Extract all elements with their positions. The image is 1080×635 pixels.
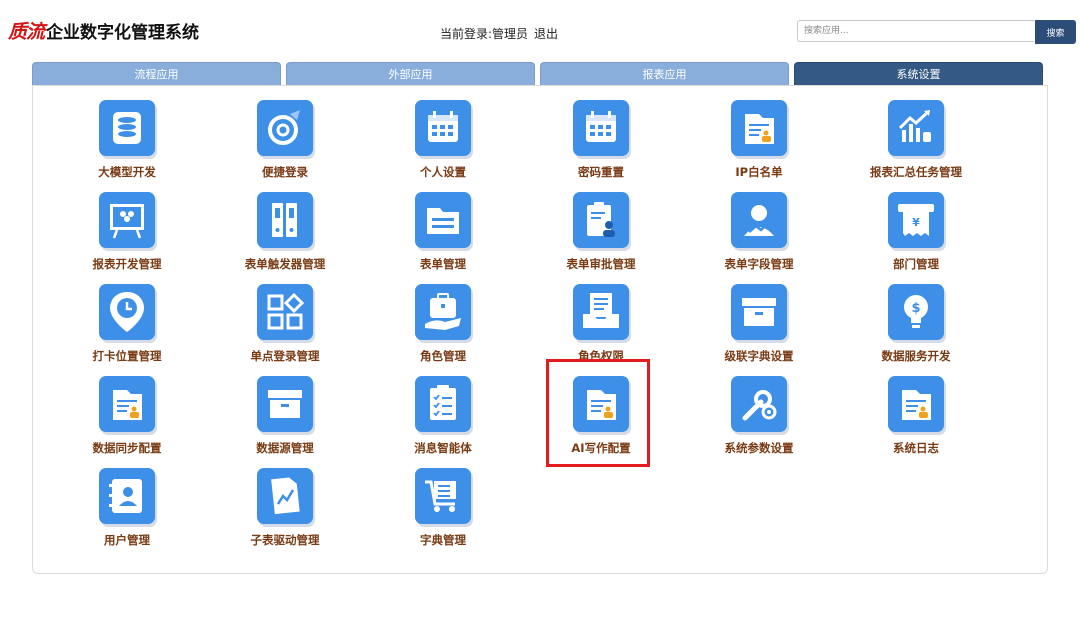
app-label: 用户管理 xyxy=(104,533,150,547)
tab-system-settings[interactable]: 系统设置 xyxy=(794,62,1043,85)
app-tile[interactable]: IP白名单 xyxy=(689,100,829,188)
presentation-board-icon xyxy=(99,192,155,248)
document-chart-icon xyxy=(257,468,313,524)
app-tile[interactable]: 打卡位置管理 xyxy=(57,284,197,372)
app-label: 数据同步配置 xyxy=(92,441,162,455)
tab-process-apps[interactable]: 流程应用 xyxy=(32,62,281,85)
tab-report-apps[interactable]: 报表应用 xyxy=(540,62,789,85)
shopping-cart-icon xyxy=(415,468,471,524)
search-input[interactable] xyxy=(797,20,1034,42)
app-tile[interactable]: 单点登录管理 xyxy=(215,284,355,372)
app-tile[interactable]: 数据源管理 xyxy=(215,376,355,464)
app-tile[interactable]: ¥ 部门管理 xyxy=(846,192,986,280)
quick-login-icon xyxy=(257,100,313,156)
receipt-icon: ¥ xyxy=(888,192,944,248)
app-tile[interactable]: 报表开发管理 xyxy=(57,192,197,280)
app-tile[interactable]: 数据同步配置 xyxy=(57,376,197,464)
checklist-icon xyxy=(415,376,471,432)
document-users-icon xyxy=(99,376,155,432)
lightbulb-dollar-icon: $ xyxy=(888,284,944,340)
app-label: 角色权限 xyxy=(578,349,624,363)
app-label: 密码重置 xyxy=(578,165,624,179)
wrench-gear-icon xyxy=(731,376,787,432)
app-tile[interactable]: 表单字段管理 xyxy=(689,192,829,280)
location-clock-icon xyxy=(99,284,155,340)
app-label: 表单触发器管理 xyxy=(244,257,326,271)
document-users-icon xyxy=(888,376,944,432)
app-label: 表单字段管理 xyxy=(724,257,794,271)
app-tile[interactable]: 角色管理 xyxy=(373,284,513,372)
app-panel: 大模型开发 便捷登录 个人设置 密码重置 IP白名单 报表汇总任务管理报表开发管理 表单触发… xyxy=(32,85,1048,574)
app-label: 部门管理 xyxy=(893,257,939,271)
logo: 质流 企业数字化管理系统 xyxy=(8,17,199,43)
app-label: 大模型开发 xyxy=(98,165,156,179)
app-tile[interactable]: $ 数据服务开发 xyxy=(846,284,986,372)
svg-text:¥: ¥ xyxy=(912,216,920,229)
archive-box-icon xyxy=(731,284,787,340)
app-label: 系统参数设置 xyxy=(724,441,794,455)
address-book-icon xyxy=(99,468,155,524)
app-tile[interactable]: 表单管理 xyxy=(373,192,513,280)
current-user-label: 当前登录:管理员 xyxy=(440,27,529,41)
binders-icon xyxy=(257,192,313,248)
app-label: IP白名单 xyxy=(735,165,783,179)
search-button[interactable]: 搜索 xyxy=(1035,20,1076,44)
chart-growth-icon xyxy=(888,100,944,156)
app-tile[interactable]: 字典管理 xyxy=(373,468,513,556)
app-tile[interactable]: 角色权限 xyxy=(531,284,671,372)
app-label: 系统日志 xyxy=(893,441,939,455)
app-tile[interactable]: 表单触发器管理 xyxy=(215,192,355,280)
app-tile[interactable]: 子表驱动管理 xyxy=(215,468,355,556)
app-tile[interactable]: 报表汇总任务管理 xyxy=(846,100,986,188)
app-tile[interactable]: 级联字典设置 xyxy=(689,284,829,372)
calendar-icon xyxy=(573,100,629,156)
briefcase-hand-icon xyxy=(415,284,471,340)
app-label: 个人设置 xyxy=(420,165,466,179)
header: 质流 企业数字化管理系统 当前登录:管理员 退出 搜索 xyxy=(0,0,1080,60)
app-label: 数据服务开发 xyxy=(881,349,951,363)
document-users-icon xyxy=(731,100,787,156)
app-label: 角色管理 xyxy=(420,349,466,363)
tab-bar: 流程应用 外部应用 报表应用 系统设置 xyxy=(32,62,1046,85)
app-title: 企业数字化管理系统 xyxy=(46,22,200,43)
app-label: 字典管理 xyxy=(420,533,466,547)
document-users-icon xyxy=(573,376,629,432)
app-label: 子表驱动管理 xyxy=(250,533,320,547)
archive-box-icon xyxy=(257,376,313,432)
database-icon xyxy=(99,100,155,156)
app-tile[interactable]: 用户管理 xyxy=(57,468,197,556)
login-info: 当前登录:管理员 退出 xyxy=(440,25,558,42)
app-label: 级联字典设置 xyxy=(724,349,794,363)
logo-mark: 质流 xyxy=(8,20,45,43)
app-tile[interactable]: 密码重置 xyxy=(531,100,671,188)
user-chart-icon xyxy=(731,192,787,248)
document-tray-icon xyxy=(573,284,629,340)
app-tile[interactable]: 个人设置 xyxy=(373,100,513,188)
clipboard-user-icon xyxy=(573,192,629,248)
app-tile[interactable]: 大模型开发 xyxy=(57,100,197,188)
app-label: 便捷登录 xyxy=(262,165,308,179)
app-label: 报表开发管理 xyxy=(92,257,162,271)
app-tile[interactable]: 系统参数设置 xyxy=(689,376,829,464)
svg-text:$: $ xyxy=(911,301,920,316)
app-label: 表单管理 xyxy=(420,257,466,271)
app-tile[interactable]: AI写作配置 xyxy=(531,376,671,464)
app-tile[interactable]: 表单审批管理 xyxy=(531,192,671,280)
logout-link[interactable]: 退出 xyxy=(534,27,558,41)
app-label: 数据源管理 xyxy=(256,441,314,455)
calendar-icon xyxy=(415,100,471,156)
app-label: 报表汇总任务管理 xyxy=(870,165,962,179)
app-label: AI写作配置 xyxy=(571,441,631,455)
app-label: 表单审批管理 xyxy=(566,257,636,271)
tab-external-apps[interactable]: 外部应用 xyxy=(286,62,535,85)
app-label: 消息智能体 xyxy=(414,441,472,455)
app-label: 打卡位置管理 xyxy=(92,349,162,363)
grid-apps-icon xyxy=(257,284,313,340)
app-tile[interactable]: 消息智能体 xyxy=(373,376,513,464)
app-tile[interactable]: 系统日志 xyxy=(846,376,986,464)
folder-icon xyxy=(415,192,471,248)
app-label: 单点登录管理 xyxy=(250,349,320,363)
app-tile[interactable]: 便捷登录 xyxy=(215,100,355,188)
